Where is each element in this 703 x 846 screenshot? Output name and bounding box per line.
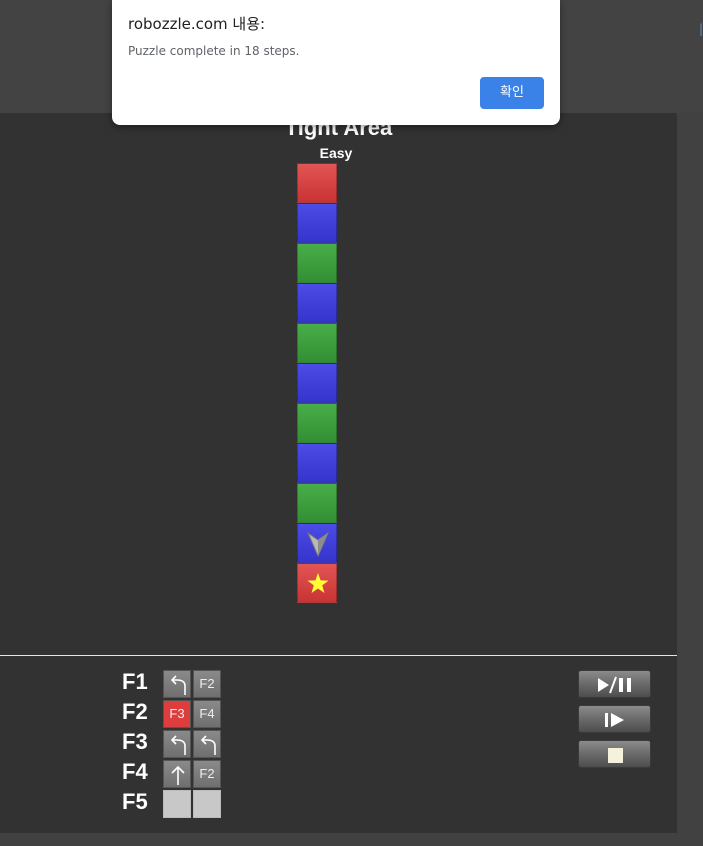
program-slot[interactable] — [193, 730, 221, 758]
play-pause-icon — [598, 676, 631, 694]
stop-button[interactable] — [578, 740, 651, 768]
board-cell — [297, 443, 337, 483]
turn-left-icon — [170, 675, 186, 695]
board-cell — [297, 163, 337, 203]
dialog-ok-button[interactable]: 확인 — [480, 77, 544, 109]
function-label: F5 — [122, 789, 148, 814]
program-slot[interactable] — [163, 670, 191, 698]
dialog-message: Puzzle complete in 18 steps. — [128, 44, 300, 58]
function-label: F3 — [122, 729, 148, 754]
robot-arrow-icon — [306, 531, 330, 558]
program-slot[interactable]: F4 — [193, 700, 221, 728]
forward-arrow-icon — [171, 765, 185, 785]
board-cell — [297, 483, 337, 523]
right-gutter — [677, 113, 703, 846]
turn-left-icon — [200, 735, 216, 755]
puzzle-board — [297, 163, 337, 603]
play-pause-button[interactable] — [578, 670, 651, 698]
board-cell — [297, 283, 337, 323]
program-slot[interactable]: F2 — [193, 760, 221, 788]
program-slot[interactable] — [193, 790, 221, 818]
alert-dialog: robozzle.com 내용: Puzzle complete in 18 s… — [112, 0, 560, 125]
stop-icon — [608, 748, 623, 763]
board-cell — [297, 363, 337, 403]
function-label: F4 — [122, 759, 148, 784]
board-cell — [297, 323, 337, 363]
board-cell — [297, 203, 337, 243]
program-slot[interactable]: F2 — [193, 670, 221, 698]
puzzle-difficulty: Easy — [319, 145, 353, 161]
board-cell — [297, 243, 337, 283]
bottom-gutter — [0, 833, 677, 846]
program-slot[interactable] — [163, 790, 191, 818]
program-slot[interactable] — [163, 730, 191, 758]
step-button[interactable] — [578, 705, 651, 733]
program-slot[interactable]: F3 — [163, 700, 191, 728]
divider — [0, 655, 677, 656]
corner-link-fragment: | — [699, 22, 703, 36]
star-icon — [307, 573, 329, 593]
game-area: Tight Area Easy F1 F2 F2 F3 F4 F3 F4 F2 F5 — [0, 113, 677, 833]
turn-left-icon — [170, 735, 186, 755]
function-label: F2 — [122, 699, 148, 724]
dialog-title: robozzle.com 내용: — [128, 15, 266, 33]
program-slot[interactable] — [163, 760, 191, 788]
board-cell — [297, 523, 337, 563]
board-cell — [297, 403, 337, 443]
board-cell — [297, 563, 337, 603]
step-icon — [605, 713, 624, 727]
function-label: F1 — [122, 669, 148, 694]
